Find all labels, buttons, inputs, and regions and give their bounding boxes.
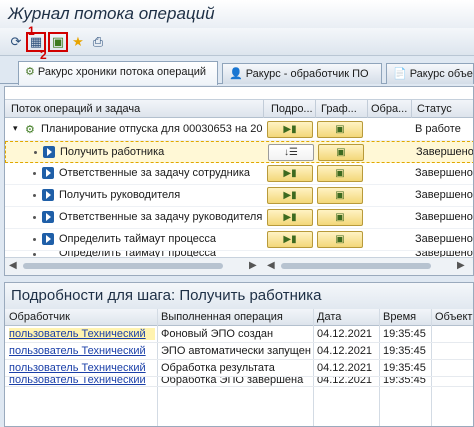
- tree-row[interactable]: Получить руководителя ▶▮ ▣ Завершено: [5, 185, 473, 207]
- window-title: Журнал потока операций: [8, 4, 215, 23]
- scroll-left-icon[interactable]: ◀: [9, 260, 17, 271]
- step-icon: [42, 211, 54, 223]
- col-header-time[interactable]: Время: [383, 311, 416, 323]
- tab-label: Ракурс объект: [409, 68, 473, 80]
- tree-row-label: Получить руководителя: [59, 189, 181, 201]
- handler-link[interactable]: пользователь Технический: [9, 345, 155, 357]
- table-row[interactable]: пользователь Технический Фоновый ЭПО соз…: [5, 326, 473, 343]
- col-header-operation[interactable]: Выполненная операция: [161, 311, 283, 323]
- details-button[interactable]: ↓☰: [268, 144, 314, 161]
- status-text: В работе: [415, 123, 461, 135]
- col-header-task[interactable]: Поток операций и задача: [11, 103, 261, 115]
- tree-horizontal-scrollbar[interactable]: ◀ ▶ ◀ ▶: [5, 257, 473, 275]
- graphic-button[interactable]: ▣: [317, 187, 363, 204]
- step-details-pane: Подробности для шага: Получить работника…: [4, 282, 474, 427]
- tree-row-label: Планирование отпуска для 00030653 на 202…: [41, 123, 263, 135]
- date-cell: 04.12.2021: [317, 362, 373, 374]
- graphic-view-icon[interactable]: ▣: [48, 32, 68, 52]
- time-cell: 19:35:45: [383, 328, 426, 340]
- time-cell: 19:35:45: [383, 345, 426, 357]
- details-button[interactable]: ▶▮: [267, 231, 313, 248]
- date-cell: 04.12.2021: [317, 345, 373, 357]
- col-header-object[interactable]: Объект: [435, 311, 472, 323]
- col-header-status[interactable]: Статус: [417, 103, 473, 115]
- favorite-star-icon[interactable]: ★: [68, 32, 88, 52]
- print-icon[interactable]: ⎙: [88, 32, 108, 52]
- details-title: Подробности для шага: Получить работника: [5, 283, 473, 309]
- graphic-button[interactable]: ▣: [317, 121, 363, 138]
- details-button[interactable]: ▶▮: [267, 187, 313, 204]
- operation-cell: Фоновый ЭПО создан: [161, 328, 274, 340]
- status-text: Завершено: [416, 146, 474, 158]
- workflow-icon: ⚙: [25, 124, 35, 136]
- workflow-icon: ⚙: [25, 66, 35, 78]
- date-cell: 04.12.2021: [317, 377, 373, 386]
- status-text: Завершено: [415, 167, 473, 179]
- tree-row[interactable]: Определить таймаут процесса ▶▮ ▣ Заверше…: [5, 229, 473, 251]
- tab-object-view[interactable]: 📄Ракурс объект: [386, 63, 474, 84]
- step-icon: [43, 146, 55, 158]
- details-button[interactable]: ▶▮: [267, 165, 313, 182]
- col-header-handler[interactable]: Обра...: [371, 103, 413, 115]
- tree-row-label: Определить таймаут процесса: [59, 233, 216, 245]
- graphic-button[interactable]: ▣: [317, 165, 363, 182]
- tab-agent-view[interactable]: 👤 Ракурс - обработчик ПО: [222, 63, 382, 84]
- tree-row[interactable]: Получить работника ↓☰ ▣ Завершено: [5, 141, 474, 163]
- tab-workflow-chronicle[interactable]: ⚙ Ракурс хроники потока операций: [18, 61, 218, 85]
- tree-row-label: Ответственные за задачу руководителя: [59, 211, 263, 223]
- details-header: Обработчик Выполненная операция Дата Вре…: [5, 309, 473, 326]
- time-cell: 19:35:45: [383, 377, 426, 386]
- status-text: Завершено: [415, 233, 473, 245]
- graphic-button[interactable]: ▣: [317, 209, 363, 226]
- operation-cell: Обработка результата: [161, 362, 275, 374]
- tree-row-label: Ответственные за задачу сотрудника: [59, 167, 251, 179]
- table-row[interactable]: пользователь Технический ЭПО автоматичес…: [5, 343, 473, 360]
- table-row[interactable]: пользователь Технический Обработка ЭПО з…: [5, 377, 473, 387]
- toolbar: ⟳ ▦ ▣ ★ ⎙ 1 2: [0, 24, 474, 62]
- scroll-thumb[interactable]: [281, 263, 431, 269]
- tab-label: Ракурс - обработчик ПО: [245, 68, 369, 80]
- handler-link[interactable]: пользователь Технический: [9, 377, 155, 386]
- handler-link[interactable]: пользователь Технический: [9, 362, 155, 374]
- col-header-details[interactable]: Подро...: [271, 103, 313, 115]
- expand-toggle-icon[interactable]: ▾: [13, 123, 18, 134]
- refresh-icon[interactable]: ⟳: [6, 32, 26, 52]
- col-header-handler[interactable]: Обработчик: [9, 311, 70, 323]
- workflow-tree-pane: Поток операций и задача Подро... Граф...…: [4, 86, 474, 276]
- document-icon: 📄: [393, 68, 407, 80]
- step-icon: [42, 233, 54, 245]
- status-text: Завершено: [415, 189, 473, 201]
- details-button[interactable]: ▶▮: [267, 209, 313, 226]
- graphic-button[interactable]: ▣: [317, 231, 363, 248]
- col-header-graphic[interactable]: Граф...: [321, 103, 363, 115]
- scroll-right-icon[interactable]: ▶: [249, 260, 257, 271]
- table-row[interactable]: пользователь Технический Обработка резул…: [5, 360, 473, 377]
- step-icon: [42, 167, 54, 179]
- operation-cell: Обработка ЭПО завершена: [161, 377, 304, 386]
- status-text: Завершено: [415, 211, 473, 223]
- time-cell: 19:35:45: [383, 362, 426, 374]
- handler-link[interactable]: пользователь Технический: [9, 328, 155, 340]
- title-bar: Журнал потока операций: [0, 0, 474, 28]
- callout-marker-1: 1: [28, 24, 35, 38]
- view-tabs: ⚙ Ракурс хроники потока операций 👤 Ракурс …: [0, 60, 474, 85]
- date-cell: 04.12.2021: [317, 328, 373, 340]
- scroll-right-icon[interactable]: ▶: [457, 260, 465, 271]
- scroll-left-icon[interactable]: ◀: [267, 260, 275, 271]
- tree-row[interactable]: Ответственные за задачу сотрудника ▶▮ ▣ …: [5, 163, 473, 185]
- step-icon: [42, 189, 54, 201]
- tree-row[interactable]: ▾ ⚙ Планирование отпуска для 00030653 на…: [5, 119, 473, 141]
- tab-label: Ракурс хроники потока операций: [37, 66, 207, 78]
- tree-row[interactable]: Ответственные за задачу руководителя ▶▮ …: [5, 207, 473, 229]
- col-header-date[interactable]: Дата: [317, 311, 341, 323]
- operation-cell: ЭПО автоматически запущен: [161, 345, 311, 357]
- graphic-button[interactable]: ▣: [318, 144, 364, 161]
- details-button[interactable]: ▶▮: [267, 121, 313, 138]
- user-icon: 👤: [229, 68, 243, 80]
- tree-row-label: Получить работника: [60, 146, 165, 158]
- scroll-thumb[interactable]: [23, 263, 223, 269]
- tree-header: Поток операций и задача Подро... Граф...…: [5, 99, 473, 118]
